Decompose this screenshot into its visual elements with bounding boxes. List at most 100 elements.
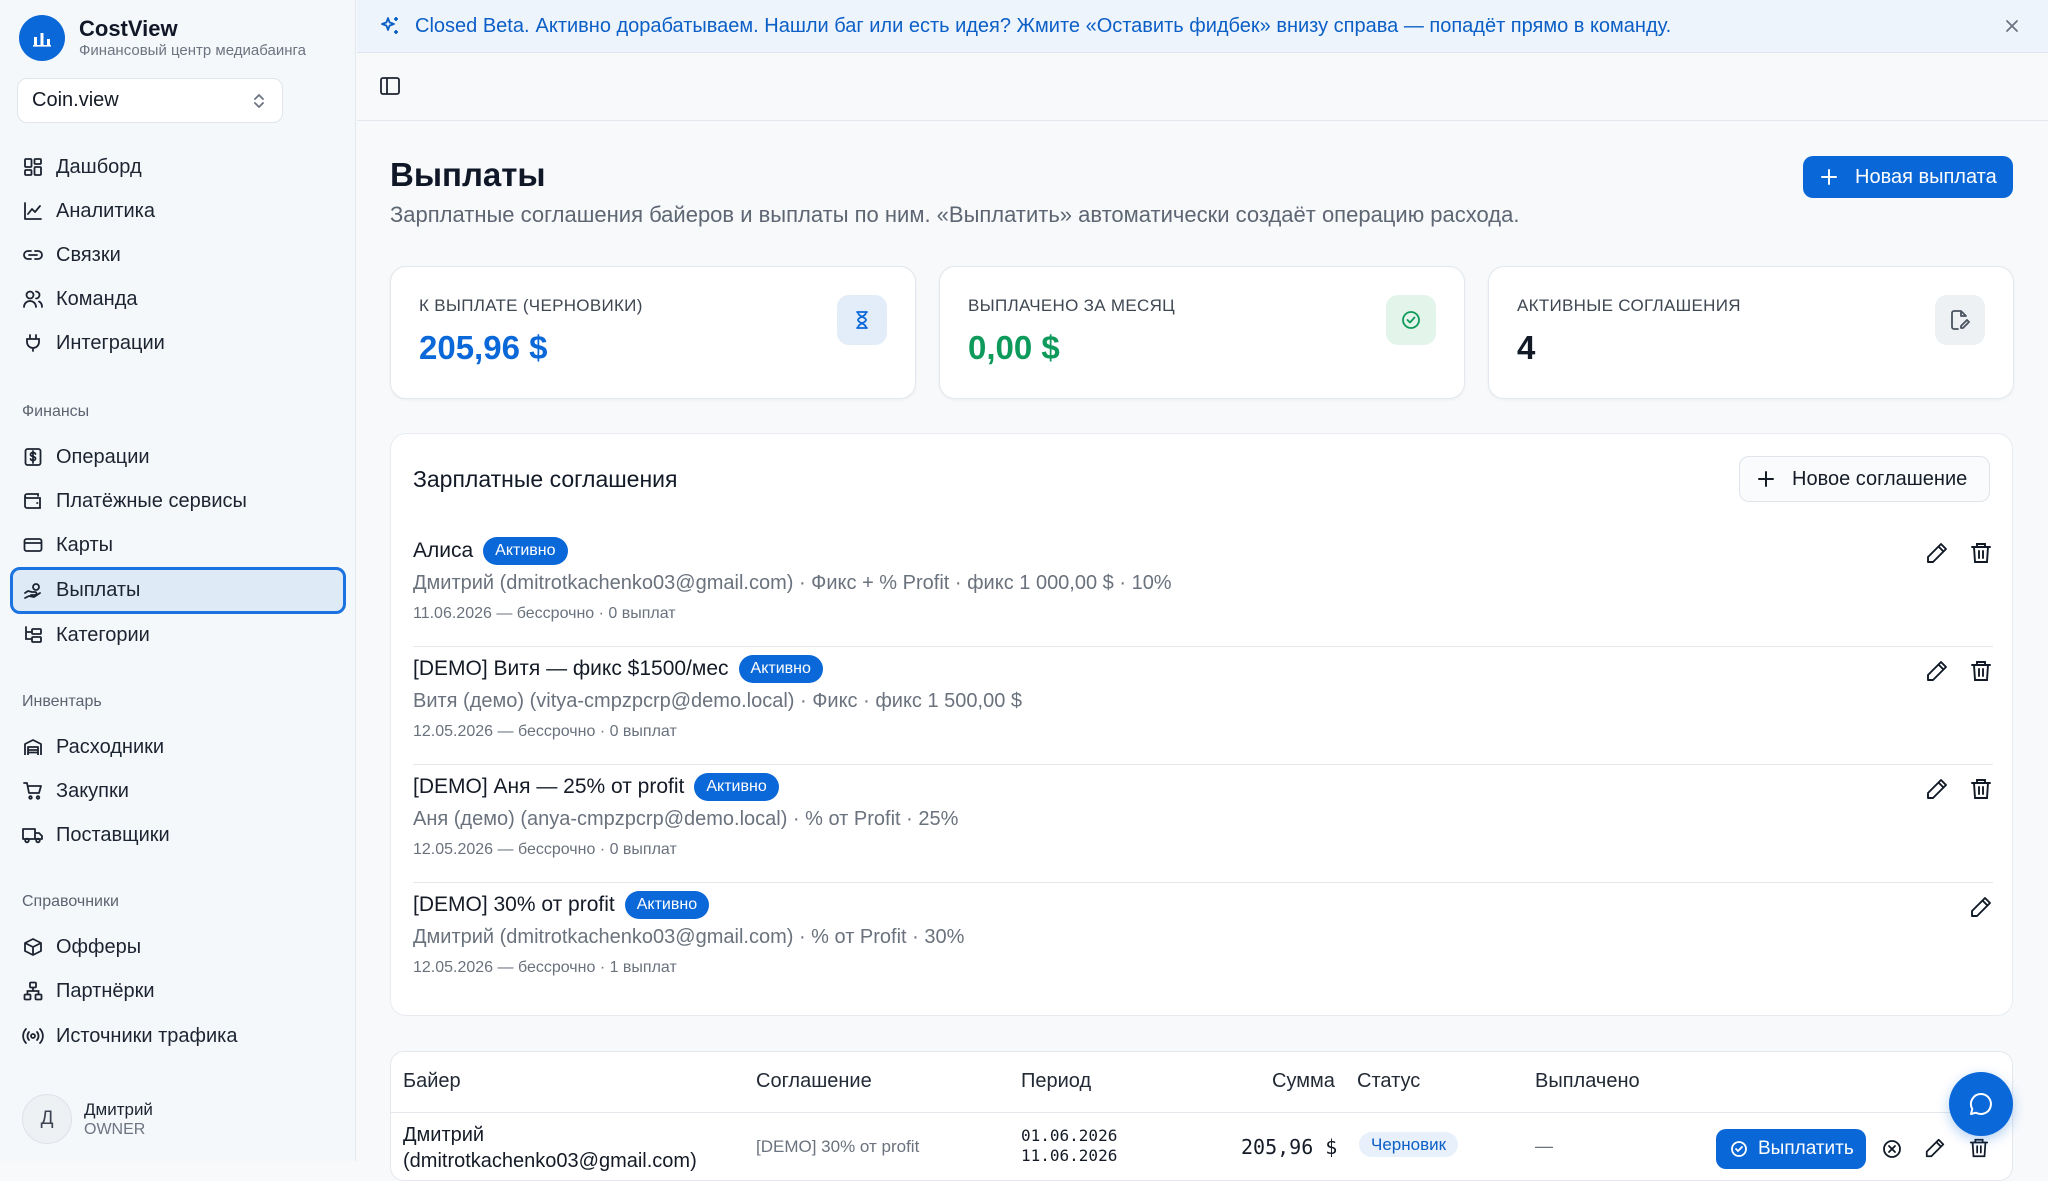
section-inventory: Инвентарь	[22, 693, 102, 710]
nav-item-traffic-sources[interactable]: Источники трафика	[10, 1014, 346, 1058]
nav-label: Платёжные сервисы	[56, 489, 247, 512]
pencil-icon[interactable]	[1925, 777, 1949, 801]
brand[interactable]: CostView Финансовый центр медиабаинга	[19, 15, 306, 61]
hourglass-icon	[837, 295, 887, 345]
payout-period: 01.06.2026 11.06.2026	[1021, 1126, 1117, 1166]
buyer-email: (dmitrotkachenko03@gmail.com)	[403, 1150, 697, 1172]
nav-item-payment-services[interactable]: Платёжные сервисы	[10, 479, 346, 523]
agreement-desc: Дмитрий (dmitrotkachenko03@gmail.com) · …	[413, 572, 1172, 594]
nav-item-links[interactable]: Связки	[10, 233, 346, 277]
logo-icon	[19, 15, 65, 61]
stat-value: 4	[1517, 329, 1536, 366]
avatar: Д	[22, 1094, 72, 1144]
stat-value: 0,00 $	[968, 329, 1060, 366]
payout-buyer: Дмитрий (dmitrotkachenko03@gmail.com)	[403, 1122, 697, 1174]
payout-paid: —	[1535, 1136, 1553, 1156]
cart-icon	[22, 780, 44, 802]
wallet-icon	[22, 490, 44, 512]
cancel-circle-icon[interactable]	[1881, 1138, 1903, 1160]
beta-banner: Closed Beta. Активно дорабатываем. Нашли…	[357, 0, 2048, 53]
status-badge: Черновик	[1359, 1132, 1459, 1157]
nav-item-team[interactable]: Команда	[10, 277, 346, 321]
pencil-icon[interactable]	[1924, 1137, 1946, 1159]
nav-label: Партнёрки	[56, 979, 155, 1002]
user-menu[interactable]: Д Дмитрий OWNER	[22, 1094, 153, 1144]
section-finance: Финансы	[22, 403, 90, 420]
new-agreement-button[interactable]: Новое соглашение	[1739, 456, 1990, 502]
sidebar-toggle-icon[interactable]	[379, 75, 401, 97]
user-name: Дмитрий	[84, 1099, 153, 1119]
plus-icon	[1758, 471, 1774, 487]
nav-label: Закупки	[56, 779, 129, 802]
workspace-name: Coin.view	[32, 89, 119, 111]
page-title: Выплаты	[390, 156, 546, 193]
page-subtitle: Зарплатные соглашения байеров и выплаты …	[390, 202, 1520, 227]
trash-icon[interactable]	[1969, 541, 1993, 565]
nav-item-integrations[interactable]: Интеграции	[10, 321, 346, 365]
stat-label: АКТИВНЫЕ СОГЛАШЕНИЯ	[1517, 296, 1741, 315]
chevron-updown-icon	[254, 93, 264, 108]
credit-card-icon	[22, 534, 44, 556]
trash-icon[interactable]	[1969, 777, 1993, 801]
pencil-icon[interactable]	[1925, 541, 1949, 565]
status-badge: Активно	[483, 537, 568, 565]
nav-item-analytics[interactable]: Аналитика	[10, 189, 346, 233]
top-bar	[357, 53, 2048, 121]
column-header: Период	[1021, 1070, 1092, 1092]
nav-item-consumables[interactable]: Расходники	[10, 725, 346, 769]
nav-item-payouts[interactable]: Выплаты	[10, 567, 346, 614]
agreement-desc: Витя (демо) (vitya-cmpzpcrp@demo.local) …	[413, 690, 1023, 712]
nav-item-categories[interactable]: Категории	[10, 613, 346, 657]
nav-label: Расходники	[56, 735, 165, 758]
nav-label: Аналитика	[56, 199, 155, 222]
chat-bubble-icon	[1969, 1092, 1992, 1115]
pencil-icon[interactable]	[1969, 895, 1993, 919]
nav-item-partners[interactable]: Партнёрки	[10, 969, 346, 1013]
feedback-chat-button[interactable]	[1949, 1072, 2013, 1136]
line-chart-icon	[22, 200, 44, 222]
agreement-row: [DEMO] Аня — 25% от profit Активно Аня (д…	[413, 765, 1993, 883]
trash-icon[interactable]	[1968, 1137, 1990, 1159]
nav-item-offers[interactable]: Офферы	[10, 925, 346, 969]
close-icon[interactable]	[2001, 15, 2023, 37]
warehouse-icon	[22, 736, 44, 758]
nav-label: Поставщики	[56, 823, 170, 846]
nav-item-cards[interactable]: Карты	[10, 523, 346, 567]
agreement-desc: Аня (демо) (anya-cmpzpcrp@demo.local) · …	[413, 808, 959, 830]
radio-icon	[22, 1025, 44, 1047]
column-header: Байер	[403, 1070, 461, 1092]
hand-coins-icon	[22, 580, 44, 602]
status-badge: Активно	[738, 655, 823, 683]
payouts-table: Байер Соглашение Период Сумма Статус Вып…	[390, 1051, 2013, 1181]
new-payout-button[interactable]: Новая выплата	[1803, 156, 2013, 198]
column-header: Соглашение	[756, 1070, 872, 1092]
nav-item-operations[interactable]: Операции	[10, 435, 346, 479]
link-icon	[22, 244, 44, 266]
pencil-icon[interactable]	[1925, 659, 1949, 683]
nav-item-purchases[interactable]: Закупки	[10, 769, 346, 813]
nav-label: Операции	[56, 445, 150, 468]
network-icon	[22, 980, 44, 1002]
brand-subtitle: Финансовый центр медиабаинга	[79, 42, 306, 59]
nav-item-suppliers[interactable]: Поставщики	[10, 813, 346, 857]
buyer-name: Дмитрий	[403, 1124, 485, 1146]
box-icon	[22, 936, 44, 958]
folder-tree-icon	[22, 624, 44, 646]
agreement-name: Алиса	[413, 539, 474, 562]
trash-icon[interactable]	[1969, 659, 1993, 683]
nav-item-dashboard[interactable]: Дашборд	[10, 145, 346, 189]
status-badge: Активно	[624, 891, 710, 919]
workspace-select[interactable]: Coin.view	[17, 78, 283, 123]
agreement-meta: 12.05.2026 — бессрочно · 1 выплат	[413, 959, 677, 976]
agreement-row: [DEMO] 30% от profit Активно Дмитрий (dmi…	[413, 883, 1993, 1001]
agreement-name: [DEMO] Витя — фикс $1500/мес	[413, 657, 729, 680]
user-role: OWNER	[84, 1120, 146, 1138]
sidebar: CostView Финансовый центр медиабаинга Co…	[0, 0, 356, 1161]
column-header: Сумма	[1272, 1070, 1335, 1092]
nav-label: Источники трафика	[56, 1024, 238, 1047]
stat-label: ВЫПЛАЧЕНО ЗА МЕСЯЦ	[968, 296, 1176, 315]
pay-button[interactable]: Выплатить	[1716, 1129, 1866, 1169]
stat-card-paid-month: ВЫПЛАЧЕНО ЗА МЕСЯЦ 0,00 $	[939, 266, 1465, 399]
stat-card-drafts: К ВЫПЛАТЕ (ЧЕРНОВИКИ) 205,96 $	[390, 266, 916, 399]
brand-title: CostView	[79, 16, 178, 41]
